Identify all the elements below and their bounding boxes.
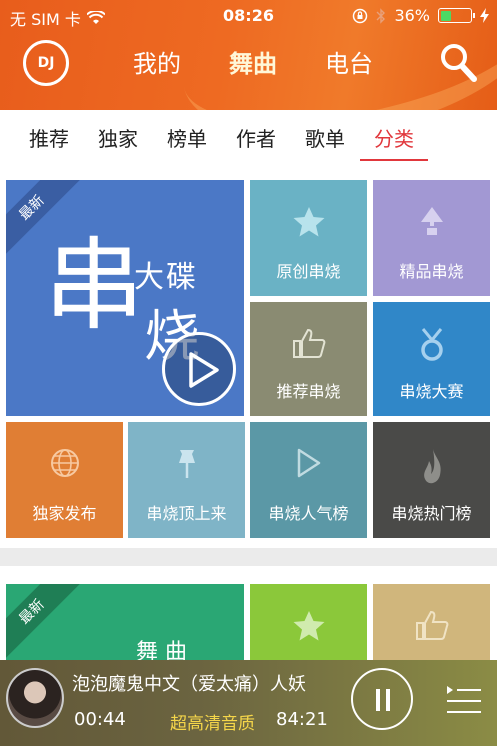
search-icon[interactable] (439, 42, 477, 82)
subtab-category[interactable]: 分类 (360, 110, 428, 168)
featured-char-1: 串 (44, 227, 144, 344)
charging-icon (480, 8, 489, 23)
battery-icon (438, 8, 475, 23)
current-time: 00:44 (74, 709, 126, 730)
tile-original[interactable]: 原创串烧 (250, 180, 367, 296)
category-panel: 最新 串 大碟 烧 原创串烧 精品串烧 推荐串烧 串烧大赛 独家发布 串烧顶上来… (0, 168, 497, 548)
tile-premium[interactable]: 精品串烧 (373, 180, 490, 296)
tile-recommended[interactable]: 推荐串烧 (250, 302, 367, 416)
star-icon (293, 207, 324, 237)
album-avatar[interactable] (6, 668, 64, 728)
tile-top[interactable]: 串烧顶上来 (128, 422, 245, 538)
bluetooth-icon (376, 7, 386, 24)
new-ribbon: 最新 (6, 584, 85, 665)
globe-icon (50, 449, 79, 477)
tile-label: 串烧人气榜 (268, 504, 349, 523)
main-tabs: 我的 舞曲 电台 (133, 44, 373, 79)
subtab-author[interactable]: 作者 (236, 110, 276, 168)
flame-icon (423, 449, 441, 484)
tile-label: 推荐串烧 (276, 382, 341, 401)
battery-percent: 36% (394, 6, 430, 25)
subtab-recommend[interactable]: 推荐 (29, 110, 69, 168)
tab-dance[interactable]: 舞曲 (229, 44, 277, 79)
tab-radio[interactable]: 电台 (325, 44, 373, 79)
tile-popular[interactable]: 串烧人气榜 (250, 422, 367, 538)
featured-small-text: 大碟 (134, 260, 198, 295)
quality-label[interactable]: 超高清音质 (170, 709, 255, 734)
subtab-playlist[interactable]: 歌单 (305, 110, 345, 168)
star-icon (293, 611, 324, 641)
playlist-icon[interactable] (445, 682, 483, 718)
thumbs-up-icon (292, 328, 325, 358)
tile-label: 串烧热门榜 (391, 504, 472, 523)
medal-icon (420, 328, 443, 361)
total-time: 84:21 (276, 709, 328, 730)
subtab-exclusive[interactable]: 独家 (98, 110, 138, 168)
play-button[interactable] (162, 332, 236, 406)
tile-hot[interactable]: 串烧热门榜 (373, 422, 490, 538)
rotation-lock-icon (353, 8, 368, 23)
dj-logo-button[interactable]: DJ (23, 40, 69, 86)
dj-logo-text: DJ (37, 55, 55, 71)
tile-contest[interactable]: 串烧大赛 (373, 302, 490, 416)
play-triangle-icon (297, 448, 320, 478)
tile-label: 独家发布 (32, 504, 97, 523)
tab-mine[interactable]: 我的 (133, 44, 181, 79)
tile-label: 精品串烧 (399, 262, 464, 281)
status-bar: 无 SIM 卡 08:26 36% (0, 6, 497, 29)
tile-label: 原创串烧 (276, 262, 341, 281)
spade-icon (420, 207, 443, 235)
category-tabs: 推荐 独家 榜单 作者 歌单 分类 (0, 110, 497, 168)
tile-label: 串烧顶上来 (146, 504, 227, 523)
subtab-chart[interactable]: 榜单 (167, 110, 207, 168)
play-icon (189, 352, 219, 388)
second-panel: 最新 舞 曲 (0, 566, 497, 674)
song-title: 泡泡魔鬼中文（爱太痛）人妖 (72, 674, 306, 695)
pin-icon (178, 450, 195, 478)
tile-label: 串烧大赛 (399, 382, 464, 401)
tile-exclusive[interactable]: 独家发布 (6, 422, 123, 538)
now-playing-bar[interactable]: 泡泡魔鬼中文（爱太痛）人妖 00:44 超高清音质 84:21 (0, 660, 497, 746)
header-bar: 无 SIM 卡 08:26 36% DJ 我的 舞曲 电台 (0, 0, 497, 110)
featured-medley-tile[interactable]: 最新 串 大碟 烧 (6, 180, 244, 416)
pause-button[interactable] (351, 668, 413, 730)
thumbs-up-icon (415, 610, 448, 640)
